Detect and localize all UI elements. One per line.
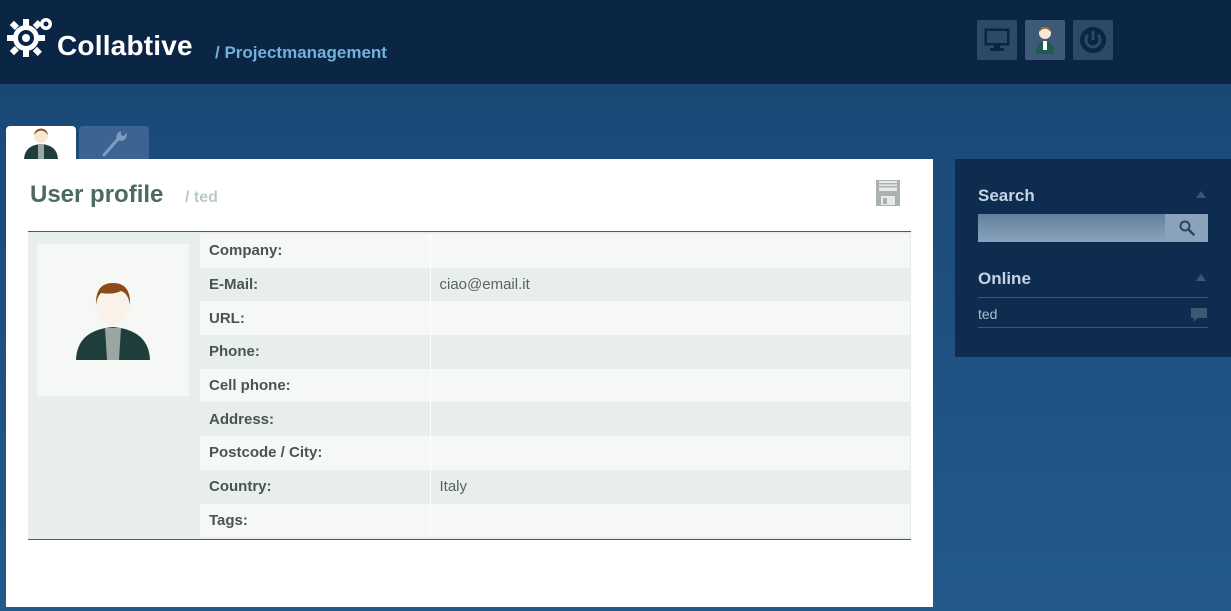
- user-avatar-icon: [76, 283, 150, 360]
- list-item[interactable]: ted: [978, 306, 997, 322]
- profile-box: Company: E-Mail: ciao@email.it URL: Phon…: [28, 231, 911, 540]
- user-avatar-icon: [24, 128, 58, 159]
- table-row: Company:: [200, 234, 910, 268]
- field-label: Tags:: [200, 503, 430, 538]
- app-header: Collabtive / Projectmanagement: [0, 0, 1231, 84]
- field-label: Phone:: [200, 335, 430, 369]
- field-value: ciao@email.it: [429, 267, 910, 302]
- table-row: Phone:: [200, 335, 910, 369]
- floppy-disk-icon: [876, 180, 900, 206]
- table-row: Postcode / City:: [200, 436, 910, 470]
- chat-bubble-icon[interactable]: [1190, 307, 1208, 323]
- collapse-search-icon[interactable]: [1196, 191, 1206, 198]
- table-row: E-Mail: ciao@email.it: [200, 267, 910, 302]
- save-button[interactable]: [875, 179, 901, 207]
- collapse-online-icon[interactable]: [1196, 274, 1206, 281]
- table-row: Address:: [200, 402, 910, 437]
- tab-settings[interactable]: [79, 126, 149, 159]
- table-row: URL:: [200, 301, 910, 336]
- field-value: [429, 503, 910, 538]
- desktop-icon: [984, 28, 1010, 51]
- gear-logo-icon[interactable]: [6, 10, 58, 62]
- search-button[interactable]: [1165, 214, 1208, 242]
- field-label: Address:: [200, 402, 430, 437]
- field-label: Country:: [200, 469, 430, 504]
- field-value: [429, 301, 910, 336]
- avatar: [37, 244, 189, 396]
- search-title: Search: [978, 186, 1035, 205]
- profile-fields-table: Company: E-Mail: ciao@email.it URL: Phon…: [200, 234, 910, 538]
- field-label: E-Mail:: [200, 267, 430, 302]
- field-label: Postcode / City:: [200, 436, 430, 470]
- field-value: [429, 436, 910, 470]
- field-value: [429, 368, 910, 403]
- field-label: Company:: [200, 234, 430, 268]
- brand-name: Collabtive: [57, 30, 193, 61]
- table-row: Country: Italy: [200, 469, 910, 504]
- sidebar: Search Online ted: [955, 159, 1231, 357]
- field-value: [429, 335, 910, 369]
- desktop-button[interactable]: [977, 20, 1017, 60]
- online-users-list: ted: [978, 297, 1208, 328]
- logout-button[interactable]: [1073, 20, 1113, 60]
- tab-user-profile[interactable]: [6, 126, 76, 159]
- field-value: [429, 402, 910, 437]
- field-value: [429, 234, 910, 268]
- field-label: Cell phone:: [200, 368, 430, 403]
- search-input[interactable]: [978, 214, 1165, 242]
- user-icon: [1036, 27, 1054, 54]
- field-label: URL:: [200, 301, 430, 336]
- main-panel: User profile / ted Company: E-Mail: ciao…: [6, 159, 933, 607]
- wrench-icon: [102, 130, 127, 156]
- brand-subtitle: / Projectmanagement: [215, 43, 387, 62]
- online-title: Online: [978, 269, 1031, 288]
- table-row: Cell phone:: [200, 368, 910, 403]
- field-value: Italy: [429, 469, 910, 504]
- profile-button[interactable]: [1025, 20, 1065, 60]
- page-subtitle: / ted: [185, 189, 218, 206]
- table-row: Tags:: [200, 503, 910, 538]
- magnifier-icon: [1179, 220, 1195, 236]
- power-icon: [1080, 27, 1106, 53]
- page-title: User profile: [30, 181, 164, 208]
